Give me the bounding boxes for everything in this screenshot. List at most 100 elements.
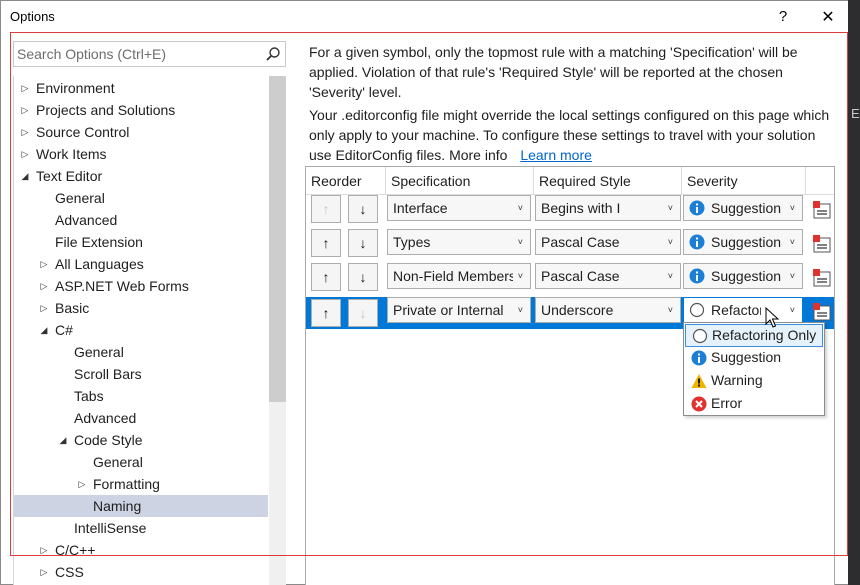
move-down-button[interactable]: ↓ [348, 263, 378, 291]
move-up-button[interactable]: ↑ [311, 299, 341, 327]
specification-value: Interface [393, 200, 448, 216]
move-down-button[interactable]: ↓ [348, 195, 378, 223]
delete-rule-icon[interactable] [811, 267, 833, 289]
tree-item-environment[interactable]: ▷ Environment [14, 77, 268, 99]
tree-item-label: C# [55, 322, 73, 338]
tree-item-c-cpp[interactable]: ▷ C/C++ [14, 539, 268, 561]
search-box[interactable] [13, 41, 286, 67]
tree-item-label: Code Style [74, 432, 143, 448]
delete-rule-icon[interactable] [811, 301, 833, 323]
option-suggestion[interactable]: Suggestion [685, 347, 823, 370]
search-icon[interactable] [265, 46, 281, 62]
expand-arrow-icon[interactable]: ▷ [38, 297, 50, 319]
option-refactoring-only[interactable]: Refactoring Only [685, 324, 823, 347]
header-reorder: Reorder [306, 167, 386, 195]
tree-item-scroll-bars[interactable]: Scroll Bars [14, 363, 268, 385]
refactoring-circle-icon [689, 302, 705, 318]
expand-arrow-icon[interactable]: ▷ [38, 253, 50, 275]
expand-arrow-icon[interactable]: ▷ [76, 473, 88, 495]
collapse-arrow-icon[interactable]: ◢ [19, 165, 31, 187]
tree-item-all-languages[interactable]: ▷ All Languages [14, 253, 268, 275]
expand-arrow-icon[interactable]: ▷ [19, 77, 31, 99]
specification-select[interactable]: Interface ˅ [387, 195, 531, 221]
tree-item-code-style-general[interactable]: General [14, 451, 268, 473]
tree-item-general[interactable]: General [14, 187, 268, 209]
expand-arrow-icon[interactable]: ▷ [19, 143, 31, 165]
move-down-button[interactable]: ↓ [348, 299, 378, 327]
move-up-button[interactable]: ↑ [311, 229, 341, 257]
required-style-select[interactable]: Pascal Case ˅ [535, 263, 681, 289]
tree-item-csharp-general[interactable]: General [14, 341, 268, 363]
tree-scrollbar[interactable] [269, 76, 286, 585]
specification-select[interactable]: Types ˅ [387, 229, 531, 255]
specification-value: Non-Field Members [393, 268, 513, 284]
tree-item-label: Projects and Solutions [36, 102, 176, 118]
tree-item-label: Work Items [36, 146, 107, 162]
required-style-select[interactable]: Pascal Case ˅ [535, 229, 681, 255]
tree-item-basic[interactable]: ▷ Basic [14, 297, 268, 319]
tree-item-label: Naming [93, 498, 142, 514]
info-icon [689, 200, 705, 216]
move-down-button[interactable]: ↓ [348, 229, 378, 257]
specification-select[interactable]: Private or Internal ˅ [387, 297, 531, 323]
option-error[interactable]: Error [685, 393, 823, 416]
chevron-down-icon: ˅ [667, 305, 673, 315]
tree-item-code-style[interactable]: ◢ Code Style [14, 429, 268, 451]
tree-item-csharp-advanced[interactable]: Advanced [14, 407, 268, 429]
tree-item-formatting[interactable]: ▷ Formatting [14, 473, 268, 495]
learn-more-link[interactable]: Learn more [520, 147, 592, 163]
options-dialog: Options ? ✕ ▷ Environment ▷ Projects and… [0, 0, 860, 585]
help-button[interactable]: ? [761, 1, 805, 32]
collapse-arrow-icon[interactable]: ◢ [57, 429, 69, 451]
tree-item-label: ASP.NET Web Forms [55, 278, 189, 294]
expand-arrow-icon[interactable]: ▷ [19, 121, 31, 143]
tree-item-csharp[interactable]: ◢ C# [14, 319, 268, 341]
chevron-down-icon: ˅ [789, 203, 795, 213]
option-warning[interactable]: Warning [685, 370, 823, 393]
delete-rule-icon[interactable] [811, 233, 833, 255]
chevron-down-icon: ˅ [517, 305, 523, 315]
expand-arrow-icon[interactable]: ▷ [38, 561, 50, 583]
move-up-button[interactable]: ↑ [311, 263, 341, 291]
info-icon [691, 350, 707, 366]
expand-arrow-icon[interactable]: ▷ [38, 275, 50, 297]
header-delete [806, 167, 834, 195]
collapse-arrow-icon[interactable]: ◢ [38, 319, 50, 341]
title-bar: Options ? ✕ [1, 1, 859, 32]
tree-item-aspnet-web-forms[interactable]: ▷ ASP.NET Web Forms [14, 275, 268, 297]
error-icon [691, 396, 707, 412]
tree-item-label: Advanced [74, 410, 137, 426]
scrollbar-thumb[interactable] [269, 76, 286, 402]
move-up-button[interactable]: ↑ [311, 195, 341, 223]
required-style-value: Pascal Case [541, 268, 620, 284]
tree-item-source-control[interactable]: ▷ Source Control [14, 121, 268, 143]
option-label: Refactoring Only [712, 327, 817, 343]
severity-select[interactable]: Refactoring Only ˅ [683, 297, 803, 323]
tree-item-work-items[interactable]: ▷ Work Items [14, 143, 268, 165]
tree-item-projects-and-solutions[interactable]: ▷ Projects and Solutions [14, 99, 268, 121]
tree-item-naming[interactable]: Naming [14, 495, 268, 517]
close-button[interactable]: ✕ [806, 1, 850, 32]
tree-item-advanced[interactable]: Advanced [14, 209, 268, 231]
severity-select[interactable]: Suggestion ˅ [683, 229, 803, 255]
search-input[interactable] [14, 42, 254, 66]
option-label: Suggestion [711, 349, 782, 365]
specification-select[interactable]: Non-Field Members ˅ [387, 263, 531, 289]
chevron-down-icon: ˅ [667, 237, 673, 247]
required-style-select[interactable]: Begins with I ˅ [535, 195, 681, 221]
editorconfig-description: Your .editorconfig file might override t… [309, 105, 839, 165]
expand-arrow-icon[interactable]: ▷ [38, 539, 50, 561]
tree-item-text-editor[interactable]: ◢ Text Editor [14, 165, 268, 187]
tree-item-css[interactable]: ▷ CSS [14, 561, 268, 583]
tree-item-file-extension[interactable]: File Extension [14, 231, 268, 253]
severity-select[interactable]: Suggestion ˅ [683, 195, 803, 221]
tree-item-intellisense[interactable]: IntelliSense [14, 517, 268, 539]
severity-select[interactable]: Suggestion ˅ [683, 263, 803, 289]
required-style-select[interactable]: Underscore ˅ [535, 297, 681, 323]
specification-value: Types [393, 234, 431, 250]
expand-arrow-icon[interactable]: ▷ [19, 99, 31, 121]
chevron-down-icon: ˅ [517, 203, 523, 213]
tree-item-tabs[interactable]: Tabs [14, 385, 268, 407]
delete-rule-icon[interactable] [811, 199, 833, 221]
background-window-edge: E [848, 0, 860, 585]
